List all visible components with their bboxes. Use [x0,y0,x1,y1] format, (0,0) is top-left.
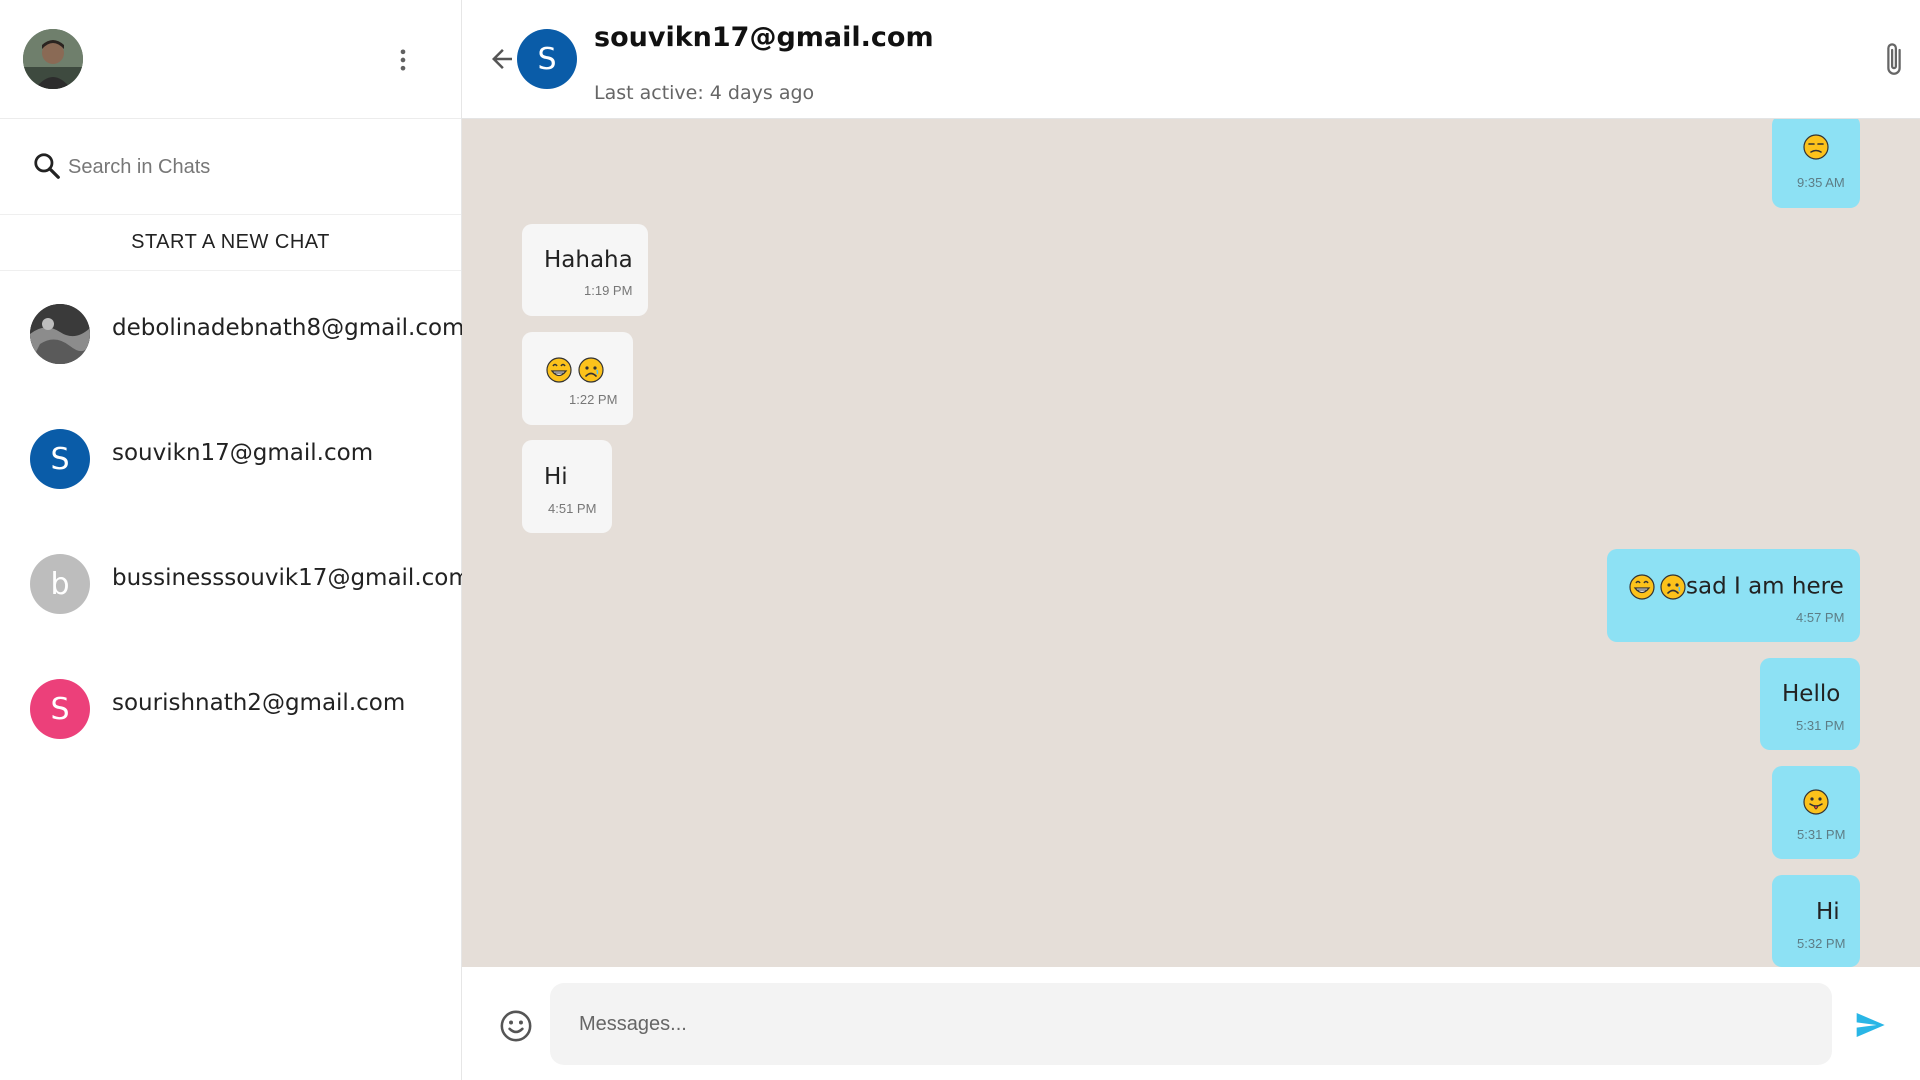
message-bubble-outgoing[interactable]: Hi 5:32 PM [1772,875,1860,967]
message-content [546,356,610,383]
message-bubble-outgoing[interactable]: Hello 5:31 PM [1760,658,1860,750]
last-active-status: Last active: 4 days ago [594,82,815,104]
contact-name: debolinadebnath8@gmail.com [112,315,465,341]
contact-avatar: b [30,554,90,614]
send-icon [1856,1013,1885,1037]
message-bubble-incoming[interactable]: 1:22 PM [522,332,633,425]
message-time: 5:31 PM [1797,827,1846,842]
grin-emoji-icon [546,356,572,383]
sidebar-header [0,0,1054,594]
attach-button[interactable] [1874,38,1914,82]
more-vert-icon [400,49,406,71]
search-bar [0,119,461,215]
message-bubble-outgoing[interactable]: 9:35 AM [1772,119,1860,208]
message-bubble-outgoing[interactable]: 5:31 PM [1772,766,1860,859]
message-bubble-incoming[interactable]: Hahaha 1:19 PM [522,224,648,316]
message-input[interactable] [550,983,1832,1065]
tongue-emoji-icon [1803,788,1829,815]
contact-avatar: S [30,679,90,739]
contact-item[interactable]: debolinadebnath8@gmail.com [0,271,465,396]
search-input[interactable] [68,147,428,187]
contact-name: sourishnath2@gmail.com [112,690,406,716]
message-content [1803,133,1835,160]
attach-icon [1887,43,1901,75]
contact-name: bussinesssouvik17@gmail.com [112,565,471,591]
contact-item[interactable]: b bussinesssouvik17@gmail.com [0,521,471,646]
sad-emoji-icon [578,356,604,383]
message-composer [462,967,1920,1080]
message-text: sad I am here [1686,573,1844,600]
more-options-button[interactable] [383,40,423,80]
contact-name: souvikn17@gmail.com [112,440,374,466]
contact-item[interactable]: S sourishnath2@gmail.com [0,646,461,771]
message-time: 9:35 AM [1797,175,1845,190]
message-bubble-outgoing[interactable]: sad I am here 4:57 PM [1607,549,1860,642]
message-content [1803,788,1835,815]
message-time: 4:51 PM [548,501,597,516]
grin-emoji-icon [1629,573,1655,600]
contact-photo [30,304,90,364]
send-button[interactable] [1850,1005,1890,1045]
arrow-back-icon [492,49,512,69]
chat-header: S souvikn17@gmail.com Last active: 4 day… [462,0,1920,119]
sad-emoji-icon [1660,573,1686,600]
contact-avatar: S [30,429,90,489]
message-time: 4:57 PM [1796,610,1845,625]
unamused-emoji-icon [1803,133,1829,160]
message-time: 5:32 PM [1797,936,1846,951]
user-avatar[interactable] [23,29,83,89]
message-text: Hi [544,464,568,490]
emoji-icon [500,1010,532,1042]
message-text: Hi [1816,899,1840,925]
message-list: 9:35 AM Hahaha 1:19 PM 1:22 PM Hi 4:51 P… [462,119,1920,967]
chat-avatar: S [517,29,577,89]
message-content: sad I am here [1629,573,1844,600]
message-time: 1:19 PM [584,283,633,298]
chat-title: souvikn17@gmail.com [594,22,934,53]
message-text: Hello [1782,681,1841,707]
user-photo [23,29,83,89]
contact-item[interactable]: S souvikn17@gmail.com [0,396,461,521]
chat-app: START A NEW CHAT debolinadebnath8@gmail.… [0,0,1920,1080]
message-text: Hahaha [544,247,633,273]
message-time: 1:22 PM [569,392,618,407]
sidebar: START A NEW CHAT debolinadebnath8@gmail.… [0,0,1054,1080]
contact-avatar [30,304,90,364]
emoji-picker-button[interactable] [496,1006,536,1046]
message-bubble-incoming[interactable]: Hi 4:51 PM [522,440,612,533]
message-time: 5:31 PM [1796,718,1845,733]
back-button[interactable] [482,39,522,79]
search-icon [34,153,60,179]
contact-list: debolinadebnath8@gmail.com S souvikn17@g… [0,271,471,771]
chat-panel: S souvikn17@gmail.com Last active: 4 day… [462,0,1920,1080]
